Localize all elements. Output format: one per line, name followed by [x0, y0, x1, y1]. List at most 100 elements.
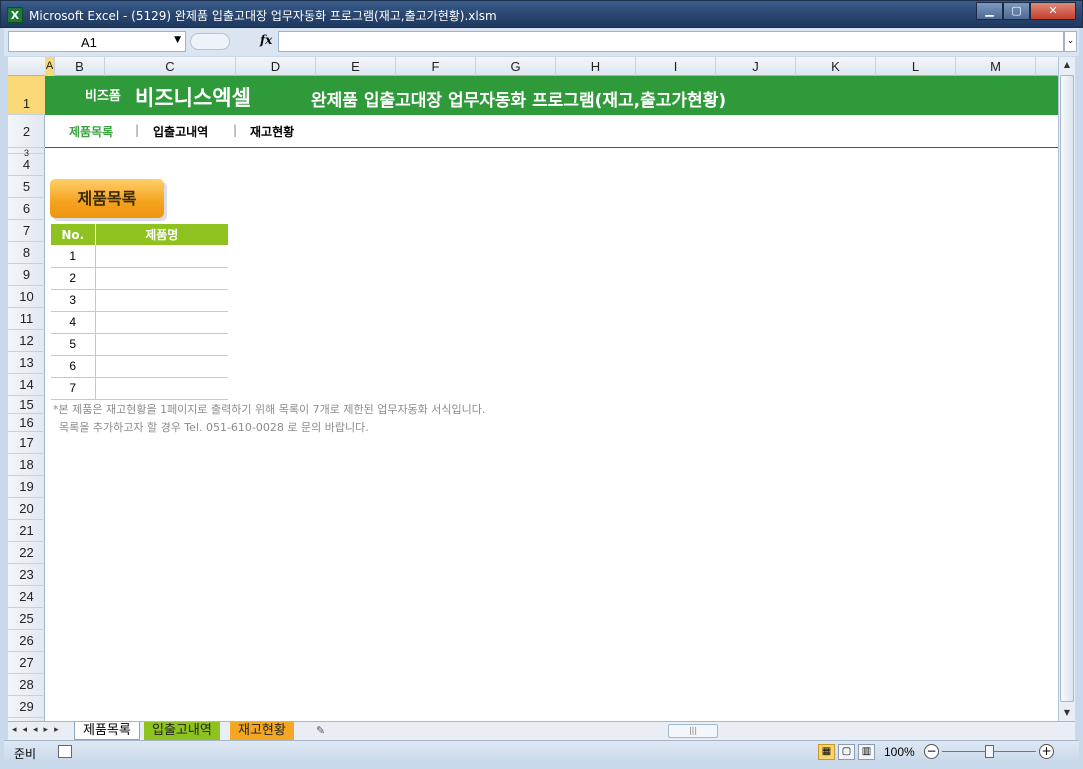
- table-row: 1: [51, 245, 228, 268]
- row-header-2[interactable]: 2: [8, 115, 45, 148]
- note-line-2: 목록을 추가하고자 할 경우 Tel. 051-610-0028 로 문의 바랍…: [59, 421, 369, 434]
- minimize-button[interactable]: ▁: [976, 2, 1003, 20]
- row-header-13[interactable]: 13: [8, 352, 45, 374]
- nav-item-inventory[interactable]: 재고현황: [250, 123, 294, 140]
- scroll-down-icon[interactable]: ▼: [1059, 705, 1075, 721]
- name-box-value: A1: [81, 35, 97, 50]
- row-header-8[interactable]: 8: [8, 242, 45, 264]
- row-header-18[interactable]: 18: [8, 454, 45, 476]
- row-header-20[interactable]: 20: [8, 498, 45, 520]
- normal-view-icon[interactable]: ▦: [818, 744, 835, 760]
- row-number: 1: [51, 245, 96, 268]
- tab-inventory[interactable]: 재고현황: [230, 722, 294, 740]
- cell-area[interactable]: 비즈폼 비즈니스엑셀 완제품 입출고대장 업무자동화 프로그램(재고,출고가현황…: [45, 76, 1058, 721]
- product-name-cell[interactable]: [95, 377, 228, 400]
- row-header-19[interactable]: 19: [8, 476, 45, 498]
- row-header-23[interactable]: 23: [8, 564, 45, 586]
- column-header-m[interactable]: M: [956, 57, 1036, 76]
- column-header-g[interactable]: G: [476, 57, 556, 76]
- column-header-d[interactable]: D: [236, 57, 316, 76]
- row-header-12[interactable]: 12: [8, 330, 45, 352]
- column-header-a[interactable]: A: [45, 57, 55, 76]
- zoom-in-icon[interactable]: +: [1039, 744, 1054, 759]
- chevron-down-icon[interactable]: ▼: [174, 35, 181, 45]
- zoom-out-icon[interactable]: −: [924, 744, 939, 759]
- row-header-21[interactable]: 21: [8, 520, 45, 542]
- row-header-22[interactable]: 22: [8, 542, 45, 564]
- formula-input[interactable]: [278, 31, 1064, 52]
- tab-inout-history[interactable]: 입출고내역: [144, 722, 220, 740]
- vertical-scrollbar[interactable]: ▲ ▼: [1058, 57, 1075, 721]
- row-header-15[interactable]: 15: [8, 396, 45, 414]
- row-header-16[interactable]: 16: [8, 414, 45, 432]
- row-header-24[interactable]: 24: [8, 586, 45, 608]
- scroll-up-icon[interactable]: ▲: [1059, 57, 1075, 73]
- column-header-i[interactable]: I: [636, 57, 716, 76]
- product-name-cell[interactable]: [95, 333, 228, 356]
- row-header-27[interactable]: 27: [8, 652, 45, 674]
- zoom-slider[interactable]: − +: [924, 744, 1054, 760]
- product-name-cell[interactable]: [95, 289, 228, 312]
- tab-scroll-arrows[interactable]: ◂◂◂▸▸: [12, 725, 65, 735]
- column-header-c[interactable]: C: [105, 57, 236, 76]
- horizontal-scrollbar[interactable]: |||: [638, 724, 1068, 739]
- column-header-l[interactable]: L: [876, 57, 956, 76]
- maximize-button[interactable]: ▢: [1003, 2, 1030, 20]
- row-header-9[interactable]: 9: [8, 264, 45, 286]
- row-header-26[interactable]: 26: [8, 630, 45, 652]
- column-header-product-name: 제품명: [94, 224, 228, 245]
- row-number: 5: [51, 333, 96, 356]
- column-header-e[interactable]: E: [316, 57, 396, 76]
- column-header-h[interactable]: H: [556, 57, 636, 76]
- row-number: 7: [51, 377, 96, 400]
- zoom-level[interactable]: 100%: [884, 745, 915, 759]
- product-name-cell[interactable]: [95, 267, 228, 290]
- product-name-cell[interactable]: [95, 245, 228, 268]
- table-row: 6: [51, 355, 228, 378]
- product-name-cell[interactable]: [95, 355, 228, 378]
- excel-icon[interactable]: X: [7, 7, 23, 23]
- column-headers: ABCDEFGHIJKLM: [8, 57, 1058, 76]
- column-header-j[interactable]: J: [716, 57, 796, 76]
- scroll-thumb[interactable]: [1060, 75, 1074, 702]
- status-bar: 준비 ▦ ▢ ▥ 100% − +: [4, 740, 1079, 763]
- name-box[interactable]: A1 ▼: [8, 31, 186, 52]
- column-header-k[interactable]: K: [796, 57, 876, 76]
- page-layout-view-icon[interactable]: ▢: [838, 744, 855, 760]
- row-header-11[interactable]: 11: [8, 308, 45, 330]
- column-header-f[interactable]: F: [396, 57, 476, 76]
- column-header-b[interactable]: B: [55, 57, 105, 76]
- horizontal-scroll-thumb[interactable]: |||: [668, 724, 718, 738]
- macro-record-icon[interactable]: [58, 745, 72, 758]
- row-header-25[interactable]: 25: [8, 608, 45, 630]
- row-header-1[interactable]: 1: [8, 76, 45, 115]
- insert-sheet-icon[interactable]: ✎: [308, 722, 334, 740]
- tab-product-list[interactable]: 제품목록: [74, 722, 140, 740]
- page-break-view-icon[interactable]: ▥: [858, 744, 875, 760]
- program-title: 완제품 입출고대장 업무자동화 프로그램(재고,출고가현황): [311, 91, 727, 111]
- zoom-knob[interactable]: [985, 745, 994, 758]
- row-header-29[interactable]: 29: [8, 696, 45, 718]
- nav-separator: |: [135, 123, 140, 137]
- table-row: 3: [51, 289, 228, 312]
- row-header-17[interactable]: 17: [8, 432, 45, 454]
- row-header-5[interactable]: 5: [8, 176, 45, 198]
- nav-item-product-list[interactable]: 제품목록: [69, 123, 113, 140]
- row-header-7[interactable]: 7: [8, 220, 45, 242]
- title-bar: X Microsoft Excel - (5129) 완제품 입출고대장 업무자…: [0, 0, 1083, 28]
- row-headers: 1 2 3 4 5 6 7 8 9 10 11 12 13 14 15 16 17 18 19 20 21 22 23 24 2…: [8, 76, 45, 721]
- close-button[interactable]: ✕: [1030, 2, 1076, 20]
- row-header-14[interactable]: 14: [8, 374, 45, 396]
- nav-separator: |: [233, 123, 238, 137]
- row-header-28[interactable]: 28: [8, 674, 45, 696]
- section-button-product-list[interactable]: 제품목록: [50, 179, 164, 218]
- insert-function-button[interactable]: fx: [260, 33, 272, 47]
- nav-item-inout-history[interactable]: 입출고내역: [153, 123, 208, 140]
- row-header-6[interactable]: 6: [8, 198, 45, 220]
- product-name-cell[interactable]: [95, 311, 228, 334]
- view-buttons: ▦ ▢ ▥: [818, 744, 875, 760]
- row-header-10[interactable]: 10: [8, 286, 45, 308]
- formula-bar: A1 ▼ fx ⌄: [4, 28, 1079, 56]
- row-header-4[interactable]: 4: [8, 154, 45, 176]
- expand-formula-button[interactable]: ⌄: [1064, 31, 1077, 52]
